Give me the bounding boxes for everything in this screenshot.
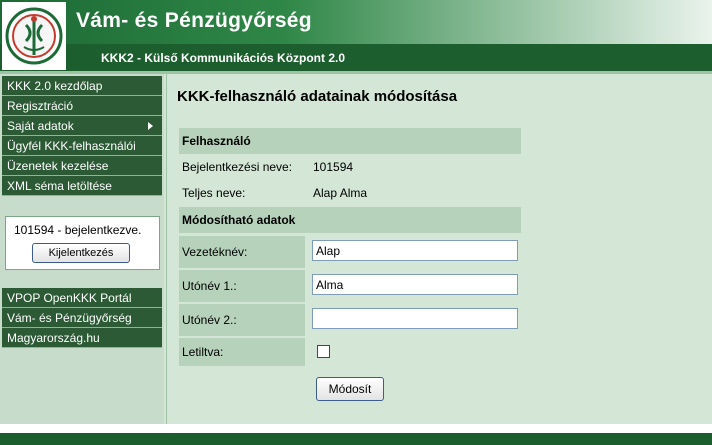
nav-item-label: Regisztráció [7,99,74,113]
logout-button[interactable]: Kijelentkezés [32,243,130,263]
firstname2-label: Utónév 2.: [179,304,305,336]
nav-item-label: Vám- és Pénzügyőrség [7,311,132,325]
full-name-value: Alap Alma [313,186,368,200]
login-name-label: Bejelentkezési neve: [182,160,293,174]
login-status-text: 101594 - bejelentkezve. [14,223,142,237]
submit-button[interactable]: Módosít [316,377,384,401]
firstname1-input[interactable] [312,274,518,295]
nav-item-label: KKK 2.0 kezdőlap [7,79,103,93]
nav-item-label: Üzenetek kezelése [7,159,109,173]
links-menu: VPOP OpenKKK Portál Vám- és Pénzügyőrség… [2,288,162,348]
firstname2-input[interactable] [312,308,518,329]
nav-item-label: VPOP OpenKKK Portál [7,291,132,305]
nav-item-customs-office[interactable]: Vám- és Pénzügyőrség [2,308,162,328]
sidebar: KKK 2.0 kezdőlap Regisztráció Saját adat… [0,74,164,424]
submenu-arrow-icon [148,122,153,130]
nav-item-label: Magyarország.hu [7,331,100,345]
nav-item-xml-schema[interactable]: XML séma letöltése [2,176,162,196]
agency-logo [2,2,66,70]
nav-item-registration[interactable]: Regisztráció [2,96,162,116]
main-menu: KKK 2.0 kezdőlap Regisztráció Saját adat… [2,76,162,196]
page-title: KKK-felhasználó adatainak módosítása [177,88,458,105]
nav-item-own-data[interactable]: Saját adatok [2,116,162,136]
full-name-label: Teljes neve: [182,186,246,200]
nav-item-magyarorszag[interactable]: Magyarország.hu [2,328,162,348]
nav-item-openkkk-portal[interactable]: VPOP OpenKKK Portál [2,288,162,308]
surname-label: Vezetéknév: [179,236,305,268]
nav-item-label: Ügyfél KKK-felhasználói [7,139,136,153]
nav-item-label: Saját adatok [7,119,74,133]
footer-bar [0,433,712,445]
section-user-heading: Felhasználó [179,128,521,154]
main-content: KKK-felhasználó adatainak módosítása Fel… [166,74,712,424]
disabled-checkbox[interactable] [317,345,330,358]
site-subtitle: KKK2 - Külső Kommunikációs Központ 2.0 [101,51,346,65]
nav-item-messages[interactable]: Üzenetek kezelése [2,156,162,176]
nav-item-label: XML séma letöltése [7,179,112,193]
nav-item-client-users[interactable]: Ügyfél KKK-felhasználói [2,136,162,156]
surname-input[interactable] [312,240,518,261]
emblem-icon [5,7,63,65]
header: Vám- és Pénzügyőrség KKK2 - Külső Kommun… [0,0,712,71]
login-status-box: 101594 - bejelentkezve. Kijelentkezés [5,216,160,270]
firstname1-label: Utónév 1.: [179,270,305,302]
nav-item-home[interactable]: KKK 2.0 kezdőlap [2,76,162,96]
section-editable-heading: Módosítható adatok [179,207,521,233]
disabled-label: Letiltva: [179,338,305,366]
login-name-value: 101594 [313,160,354,174]
site-title: Vám- és Pénzügyőrség [76,9,312,32]
